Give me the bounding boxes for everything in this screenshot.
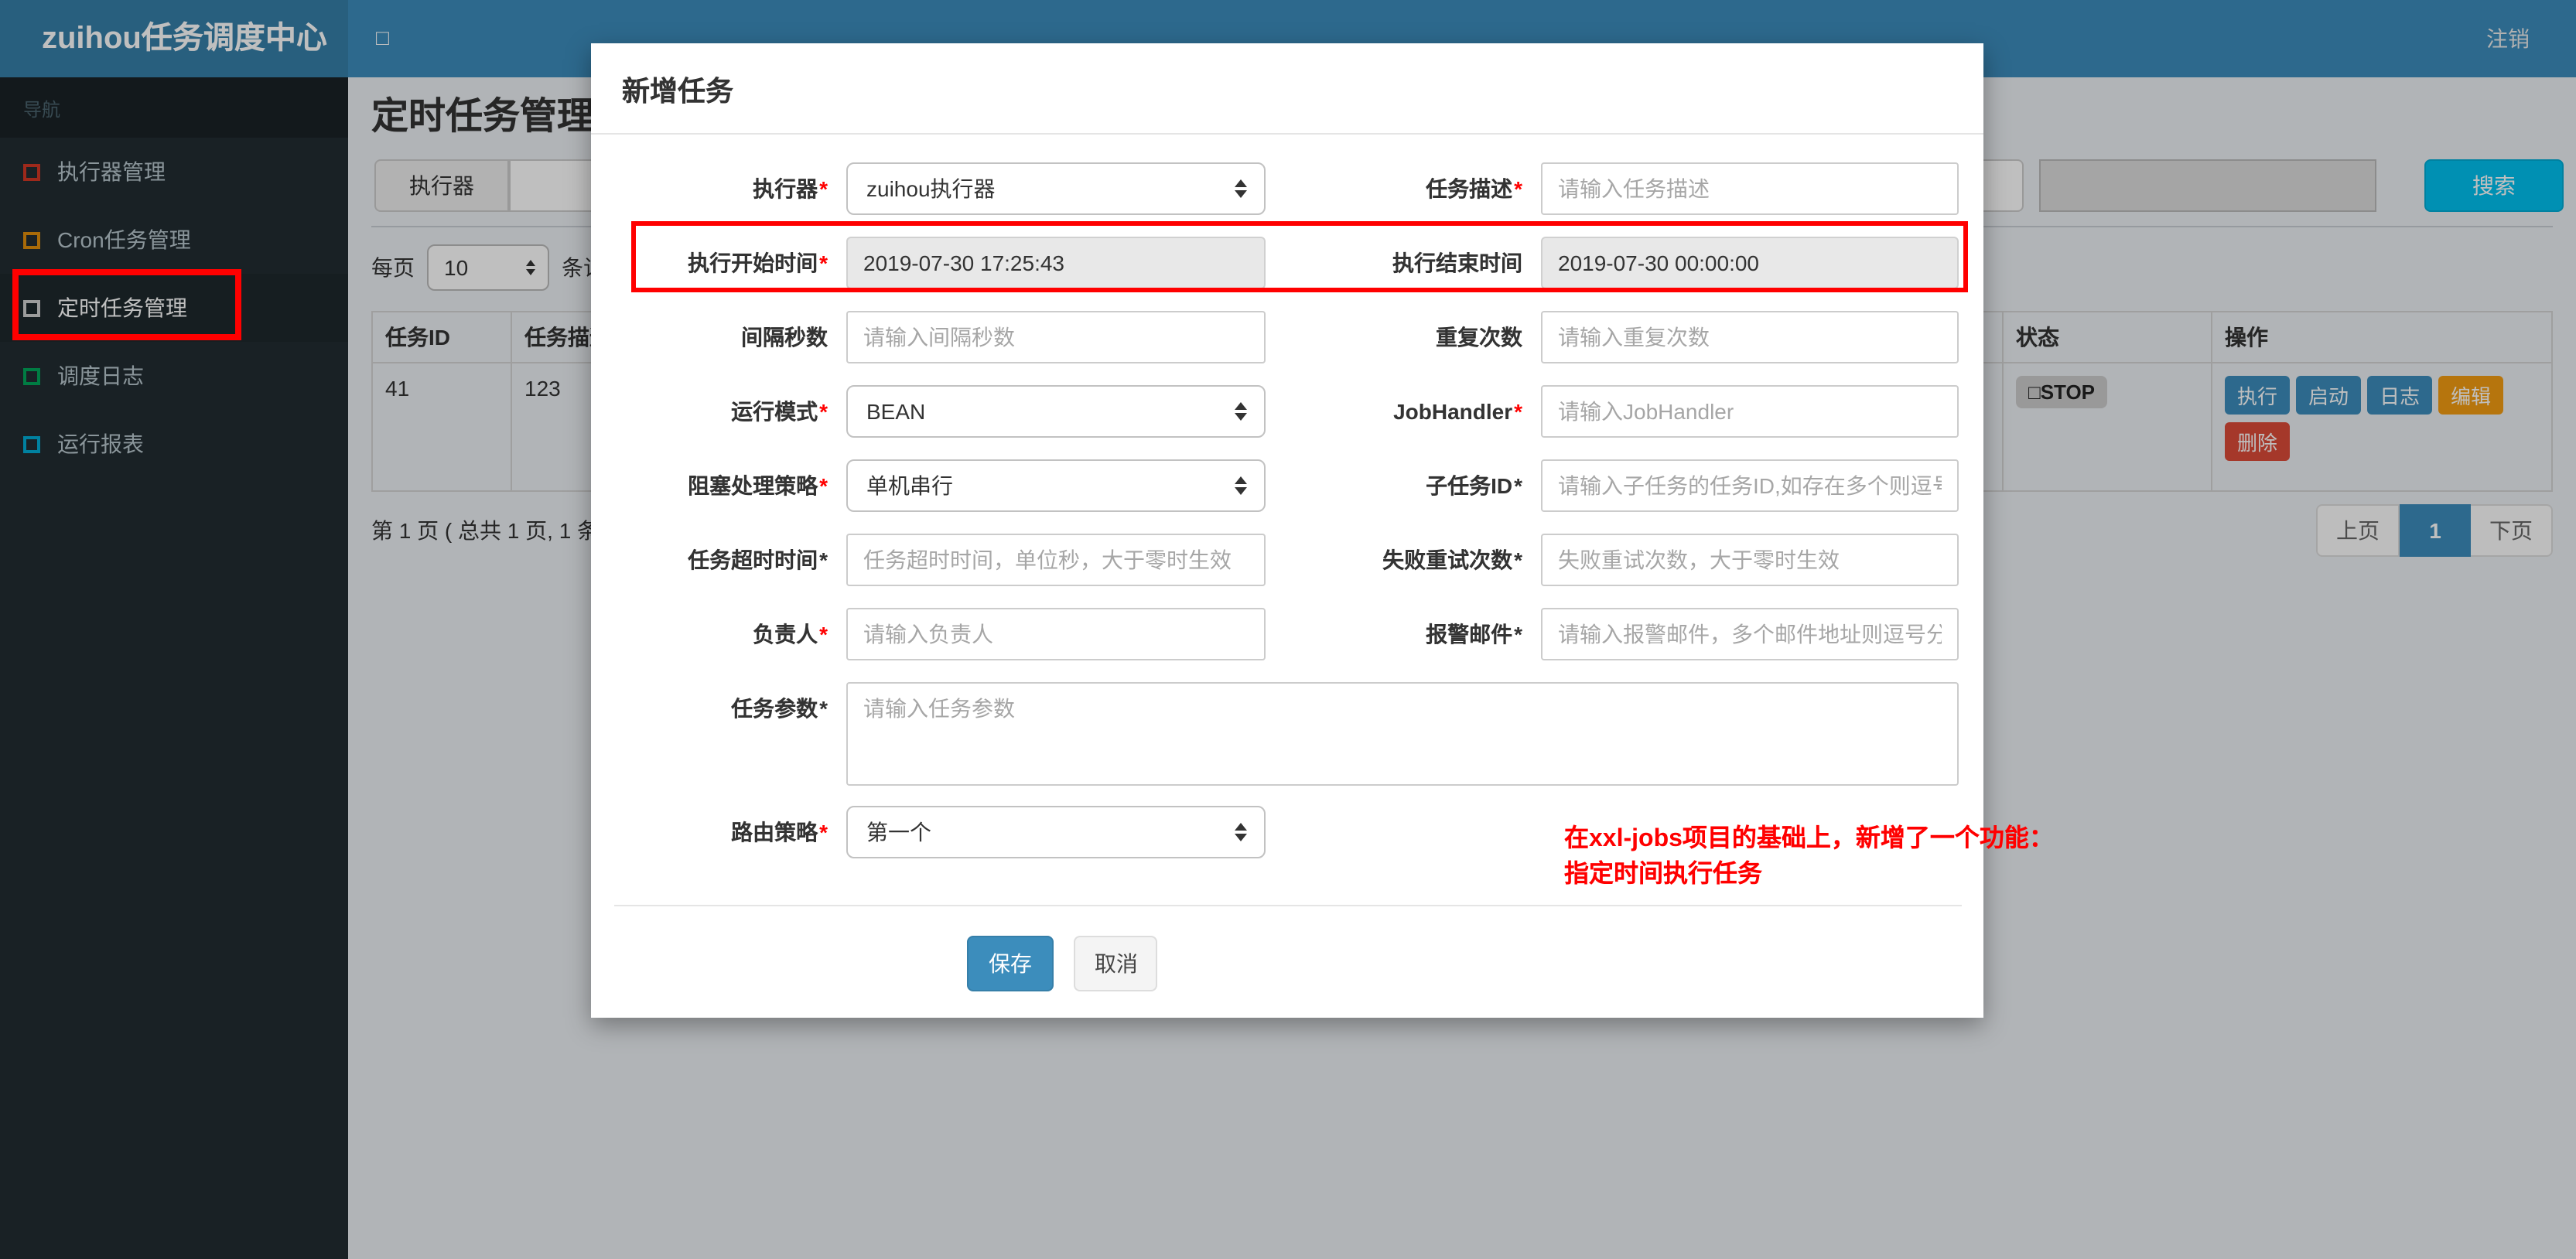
- up-arrow-icon: [1235, 402, 1247, 410]
- end-time-label: 执行结束时间: [1392, 251, 1522, 275]
- run-mode-select[interactable]: BEAN: [846, 385, 1266, 438]
- block-strategy-label: 阻塞处理策略 *: [688, 473, 828, 498]
- add-task-modal: 新增任务 执行器* zuihou执行器 任务描述* 执行开始时间* 执行结束时间间隔秒数…: [591, 43, 2054, 1018]
- form-row: 任务超时时间* 失败重试次数*: [614, 534, 1962, 586]
- job-param-label: 任务参数 *: [731, 696, 828, 721]
- required-asterisk: *: [1514, 399, 1522, 424]
- required-asterisk: *: [819, 399, 828, 424]
- job-handler-label: JobHandler *: [1393, 399, 1522, 424]
- child-job-id-input[interactable]: [1541, 459, 1959, 512]
- block-strategy-select[interactable]: 单机串行: [846, 459, 1266, 512]
- repeat-count-label: 重复次数: [1436, 325, 1522, 350]
- job-timeout-field: [846, 534, 1266, 586]
- job-handler-input[interactable]: [1541, 385, 1959, 438]
- modal-header: 新增任务: [591, 43, 1983, 135]
- modal-form: 执行器* zuihou执行器 任务描述* 执行开始时间* 执行结束时间间隔秒数 重复次数运…: [591, 135, 2054, 892]
- owner-input[interactable]: [846, 608, 1266, 660]
- required-asterisk: *: [819, 696, 828, 721]
- feature-note-line2: 指定时间执行任务: [1564, 862, 1763, 888]
- start-time-field: [846, 237, 1266, 289]
- start-time-label: 执行开始时间 *: [688, 251, 828, 275]
- app-window: zuihou任务调度中心 □ 注销 导航 执行器管理 Cron任务管理 定时任务管理…: [0, 0, 2576, 1259]
- modal-title: 新增任务: [622, 76, 733, 107]
- job-desc-label: 任务描述 *: [1426, 176, 1522, 201]
- owner-label: 负责人 *: [753, 622, 828, 647]
- required-asterisk: *: [819, 622, 828, 647]
- form-row: 运行模式 * BEAN JobHandler *: [614, 385, 1962, 438]
- select-value: BEAN: [866, 399, 926, 424]
- feature-note: 在xxl-jobs项目的基础上，新增了一个功能： 指定时间执行任务: [1564, 806, 2054, 892]
- required-asterisk: *: [819, 820, 828, 844]
- child-job-id-field: [1541, 459, 1959, 512]
- modal-footer: 保存 取消: [614, 905, 1962, 991]
- child-job-id-label: 子任务ID *: [1426, 473, 1522, 498]
- job-desc-field: [1541, 162, 1959, 215]
- route-strategy-select[interactable]: 第一个: [846, 806, 1266, 858]
- end-time-field: [1541, 237, 1959, 289]
- block-strategy-field: 单机串行: [846, 459, 1266, 512]
- select-value: zuihou执行器: [866, 176, 996, 201]
- alarm-email-input[interactable]: [1541, 608, 1959, 660]
- select-arrows-icon: [1235, 179, 1247, 198]
- select-arrows-icon: [1235, 402, 1247, 421]
- executor-field: zuihou执行器: [846, 162, 1266, 215]
- form-row: 间隔秒数 重复次数: [614, 311, 1962, 363]
- interval-seconds-input[interactable]: [846, 311, 1266, 363]
- job-timeout-label: 任务超时时间 *: [688, 548, 828, 572]
- owner-field: [846, 608, 1266, 660]
- executor-select[interactable]: zuihou执行器: [846, 162, 1266, 215]
- run-mode-field: BEAN: [846, 385, 1266, 438]
- select-value: 单机串行: [866, 473, 953, 498]
- select-arrows-icon: [1235, 476, 1247, 495]
- job-param-textarea[interactable]: [846, 682, 1959, 786]
- required-asterisk: *: [819, 251, 828, 275]
- down-arrow-icon: [1235, 413, 1247, 421]
- up-arrow-icon: [1235, 179, 1247, 187]
- save-button[interactable]: 保存: [967, 936, 1054, 991]
- run-mode-label: 运行模式 *: [731, 399, 828, 424]
- required-asterisk: *: [1514, 548, 1522, 572]
- retry-count-label: 失败重试次数 *: [1382, 548, 1522, 572]
- retry-count-input[interactable]: [1541, 534, 1959, 586]
- up-arrow-icon: [1235, 476, 1247, 484]
- form-row-param: 任务参数 *: [614, 682, 1962, 786]
- job-timeout-input[interactable]: [846, 534, 1266, 586]
- alarm-email-label: 报警邮件 *: [1426, 622, 1522, 647]
- select-arrows-icon: [1235, 823, 1247, 841]
- interval-seconds-field: [846, 311, 1266, 363]
- end-time-input[interactable]: [1541, 237, 1959, 289]
- up-arrow-icon: [1235, 823, 1247, 831]
- executor-label: 执行器 *: [753, 176, 828, 201]
- form-row-route: 路由策略 * 第一个 在xxl-jobs项目的基础上，新增了一个功能： 指定时间执行任务: [614, 806, 2054, 892]
- down-arrow-icon: [1235, 487, 1247, 495]
- form-row: 执行开始时间* 执行结束时间: [614, 237, 1962, 289]
- required-asterisk: *: [1514, 176, 1522, 201]
- repeat-count-input[interactable]: [1541, 311, 1959, 363]
- form-row: 阻塞处理策略 * 单机串行 子任务ID *: [614, 459, 1962, 512]
- job-handler-field: [1541, 385, 1959, 438]
- required-asterisk: *: [819, 473, 828, 498]
- required-asterisk: *: [1514, 622, 1522, 647]
- route-strategy-field: 第一个: [846, 806, 1266, 892]
- required-asterisk: *: [1514, 473, 1522, 498]
- form-row: 负责人* 报警邮件*: [614, 608, 1962, 660]
- cancel-button[interactable]: 取消: [1074, 936, 1158, 991]
- select-value: 第一个: [866, 820, 931, 844]
- interval-seconds-label: 间隔秒数: [741, 325, 828, 350]
- repeat-count-field: [1541, 311, 1959, 363]
- required-asterisk: *: [819, 176, 828, 201]
- form-row: 执行器 * zuihou执行器 任务描述 *: [614, 162, 1962, 215]
- feature-note-line1: 在xxl-jobs项目的基础上，新增了一个功能：: [1564, 826, 2054, 852]
- retry-count-field: [1541, 534, 1959, 586]
- down-arrow-icon: [1235, 190, 1247, 198]
- start-time-input[interactable]: [846, 237, 1266, 289]
- alarm-email-field: [1541, 608, 1959, 660]
- job-desc-input[interactable]: [1541, 162, 1959, 215]
- down-arrow-icon: [1235, 834, 1247, 841]
- required-asterisk: *: [819, 548, 828, 572]
- route-strategy-label: 路由策略 *: [731, 820, 828, 844]
